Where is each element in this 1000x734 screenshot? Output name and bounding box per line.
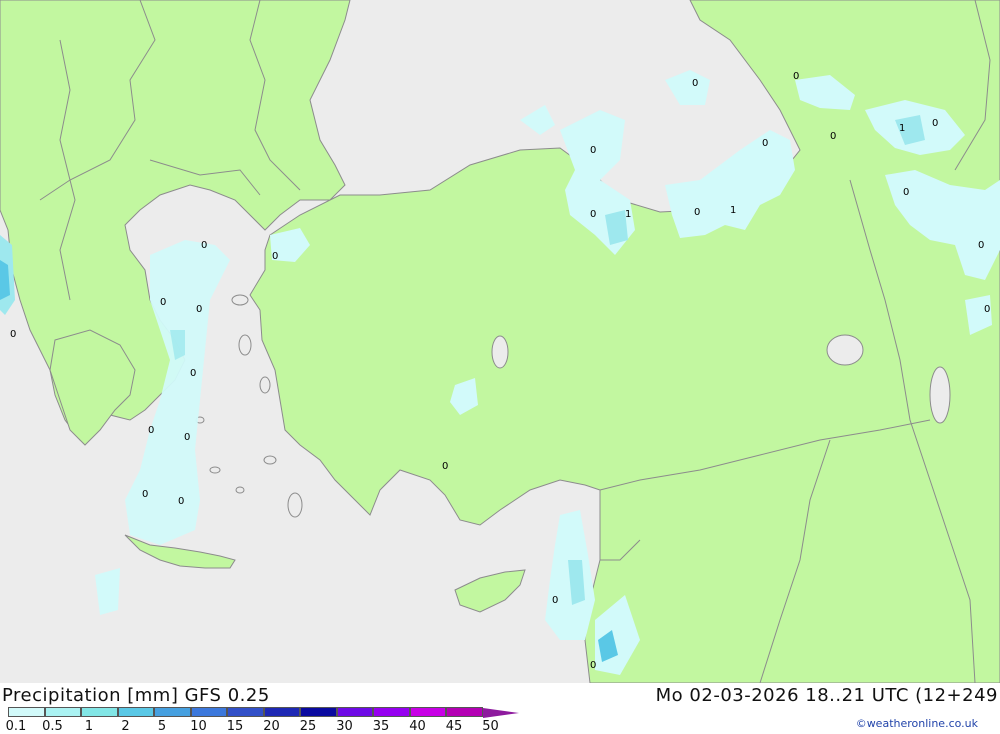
value-label: 0	[932, 118, 938, 129]
value-label: 1	[899, 123, 905, 134]
value-label: 0	[590, 145, 596, 156]
lake-van	[826, 334, 864, 366]
value-label: 0	[201, 240, 207, 251]
value-label: 0	[590, 660, 596, 671]
legend-tick-label: 2	[121, 719, 130, 734]
legend-swatch	[373, 707, 410, 717]
legend-swatch	[300, 707, 337, 717]
precipitation-map: 0 0 0 1 0 0 0 1 0 0 1 0 0 0 0 0 0 0 0 0 …	[0, 0, 1000, 684]
value-label: 0	[10, 329, 16, 340]
legend-swatch	[409, 707, 446, 717]
lake-tuz	[491, 335, 509, 369]
legend-tick-label: 50	[482, 719, 499, 734]
value-label: 0	[984, 304, 990, 315]
legend-tick-label: 1	[84, 719, 94, 734]
color-legend	[8, 707, 519, 719]
legend-tick-label: 30	[336, 719, 353, 734]
legend-arrow	[482, 708, 519, 718]
value-label: 0	[903, 187, 909, 198]
value-label: 1	[730, 205, 736, 216]
legend-tick-label: 35	[372, 719, 390, 734]
value-label: 0	[142, 489, 148, 500]
value-label: 0	[694, 207, 700, 218]
legend-swatch	[336, 707, 373, 717]
legend-tick-label: 5	[157, 719, 167, 734]
legend-swatch	[8, 707, 45, 717]
value-label: 0	[552, 595, 558, 606]
value-label: 0	[978, 240, 984, 251]
value-label: 0	[196, 304, 202, 315]
value-label: 0	[762, 138, 768, 149]
lake-urmia	[929, 366, 951, 424]
value-label: 1	[625, 209, 631, 220]
value-label: 0	[830, 131, 836, 142]
value-label: 0	[178, 496, 184, 507]
legend-swatch	[81, 707, 118, 717]
legend-tick-label: 20	[263, 719, 280, 734]
value-label: 0	[184, 432, 190, 443]
legend-swatch	[154, 707, 191, 717]
legend-swatch	[263, 707, 300, 717]
value-label: 0	[190, 368, 196, 379]
legend-tick-label: 0.1	[5, 719, 27, 734]
credit-link[interactable]: ©weatheronline.co.uk	[856, 717, 978, 730]
map-title: Precipitation [mm] GFS 0.25	[2, 685, 270, 706]
legend-swatch	[227, 707, 264, 717]
legend-tick-label: 40	[409, 719, 426, 734]
value-label: 0	[160, 297, 166, 308]
legend-swatch	[446, 707, 483, 717]
map-footer: Precipitation [mm] GFS 0.25 Mo 02-03-202…	[0, 683, 1000, 734]
value-label: 0	[148, 425, 154, 436]
legend-tick-label: 25	[299, 719, 317, 734]
value-label: 0	[590, 209, 596, 220]
legend-tick-label: 45	[445, 719, 463, 734]
value-label: 0	[442, 461, 448, 472]
value-label: 0	[272, 251, 278, 262]
map-timestamp: Mo 02-03-2026 18..21 UTC (12+249	[655, 685, 998, 706]
legend-swatch	[190, 707, 227, 717]
legend-tick-label: 10	[190, 719, 207, 734]
legend-tick-label: 15	[226, 719, 244, 734]
legend-swatch	[44, 707, 81, 717]
value-label: 0	[793, 71, 799, 82]
legend-tick-label: 0.5	[42, 719, 63, 734]
legend-ticks: 0.1 0.5 1 2 5 10 15 20 25 30 35 40 45 50	[0, 719, 540, 734]
value-label: 0	[692, 78, 698, 89]
legend-swatch	[117, 707, 154, 717]
